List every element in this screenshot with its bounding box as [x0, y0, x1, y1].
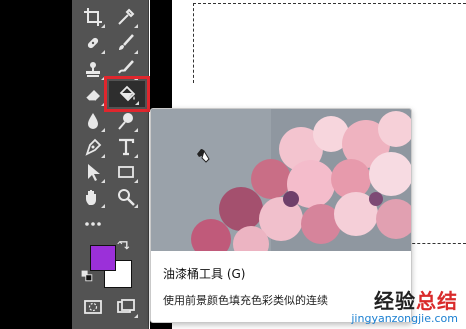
- blur-tool-icon: [88, 113, 98, 129]
- tool-group-corner: [101, 204, 105, 208]
- selection-marquee-top: [193, 3, 466, 4]
- rectangle-tool-icon: [118, 166, 134, 178]
- watermark: 经验总结 jingyanzongjie.com: [318, 285, 458, 325]
- foreground-color-swatch[interactable]: [90, 245, 116, 271]
- tool-group-corner: [134, 154, 138, 158]
- default-colors-icon: [81, 270, 93, 282]
- eyedropper-tool[interactable]: [113, 5, 139, 29]
- brush-tool-icon: [119, 34, 134, 50]
- quick-mask-button[interactable]: [80, 295, 106, 319]
- paint-bucket-highlight-box: [104, 76, 150, 112]
- tooltip-preview-image: [151, 109, 411, 251]
- watermark-brand-b: 总结: [416, 289, 458, 313]
- tool-group-corner: [101, 154, 105, 158]
- tool-group-corner: [101, 24, 105, 28]
- zoom-tool-icon: [118, 189, 135, 206]
- pen-tool[interactable]: [80, 135, 106, 159]
- blur-tool[interactable]: [80, 109, 106, 133]
- healing-brush-tool[interactable]: [80, 31, 106, 55]
- tool-group-corner: [134, 314, 138, 318]
- tool-group-corner: [134, 204, 138, 208]
- watermark-brand-a: 经验: [374, 289, 416, 313]
- tool-group-corner: [134, 179, 138, 183]
- watermark-url: jingyanzongjie.com: [351, 312, 458, 325]
- healing-brush-tool-icon: [87, 37, 99, 49]
- screen-mode-icon: [117, 299, 135, 313]
- quick-mask-icon: [84, 300, 102, 314]
- dodge-tool-icon: [118, 113, 133, 130]
- rectangle-tool[interactable]: [113, 160, 139, 184]
- clone-stamp-tool-icon: [86, 62, 100, 77]
- brush-tool[interactable]: [113, 31, 139, 55]
- zoom-tool[interactable]: [113, 185, 139, 209]
- pen-tool-icon: [85, 138, 102, 156]
- tool-group-corner: [134, 128, 138, 132]
- tool-group-corner: [101, 128, 105, 132]
- more-tools-button[interactable]: [80, 212, 106, 236]
- swap-arrows-icon: [117, 241, 130, 250]
- tooltip-title: 油漆桶工具 (G): [163, 267, 246, 281]
- tool-group-corner: [134, 50, 138, 54]
- eyedropper-tool-icon: [118, 8, 135, 25]
- swap-colors-button[interactable]: [116, 238, 132, 254]
- dodge-tool[interactable]: [113, 109, 139, 133]
- hand-tool[interactable]: [80, 185, 106, 209]
- path-selection-tool[interactable]: [80, 160, 106, 184]
- watermark-brand: 经验总结: [318, 285, 458, 314]
- crop-tool[interactable]: [80, 5, 106, 29]
- tool-group-corner: [101, 50, 105, 54]
- flowers-preview-illustration: [151, 109, 411, 251]
- type-tool-icon: [119, 138, 135, 156]
- hand-tool-icon: [86, 190, 96, 205]
- screen-mode-button[interactable]: [113, 295, 139, 319]
- eraser-tool-icon: [85, 90, 100, 102]
- left-background: [0, 0, 72, 329]
- crop-tool-icon: [84, 8, 102, 26]
- tool-group-corner: [101, 179, 105, 183]
- type-tool[interactable]: [113, 135, 139, 159]
- eraser-tool[interactable]: [80, 83, 106, 107]
- clone-stamp-tool[interactable]: [80, 57, 106, 81]
- default-colors-button[interactable]: [80, 269, 94, 283]
- selection-marquee-left: [193, 3, 194, 83]
- path-selection-tool-icon: [88, 164, 100, 181]
- tool-group-corner: [134, 24, 138, 28]
- more-tools-icon: [85, 222, 101, 226]
